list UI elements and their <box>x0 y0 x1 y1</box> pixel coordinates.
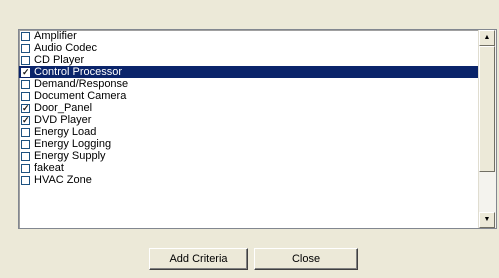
list-item-label: Energy Supply <box>34 150 106 162</box>
list-item-label: Amplifier <box>34 30 77 42</box>
list-item[interactable]: Amplifier <box>19 30 478 42</box>
list-item[interactable]: HVAC Zone <box>19 174 478 186</box>
list-item[interactable]: Document Camera <box>19 90 478 102</box>
scrollbar-thumb[interactable] <box>479 46 495 172</box>
checkbox-checked[interactable]: ✓ <box>21 102 30 113</box>
list-item-label: Door_Panel <box>34 102 93 114</box>
scroll-down-arrow-icon[interactable]: ▼ <box>479 212 495 228</box>
list-item-label: CD Player <box>34 54 85 66</box>
check-icon: ✓ <box>22 114 30 125</box>
checkbox-unchecked[interactable] <box>21 55 30 65</box>
checkbox-checked[interactable]: ✓ <box>21 114 30 125</box>
list-item-label: Audio Codec <box>34 42 97 54</box>
criteria-list-items: Amplifier Audio Codec CD Player ✓ Control Pr… <box>19 30 478 228</box>
list-item[interactable]: ✓ DVD Player <box>19 114 478 126</box>
checkbox-unchecked[interactable] <box>21 163 30 173</box>
add-criteria-button[interactable]: Add Criteria <box>149 248 248 270</box>
criteria-listbox[interactable]: Amplifier Audio Codec CD Player ✓ Control Pr… <box>18 29 497 229</box>
checkbox-unchecked[interactable] <box>21 91 30 101</box>
check-icon: ✓ <box>22 102 30 113</box>
check-icon: ✓ <box>22 66 30 77</box>
list-item[interactable]: Audio Codec <box>19 42 478 54</box>
list-item-label: Control Processor <box>34 66 123 78</box>
list-item-label: Document Camera <box>34 90 127 102</box>
list-item-label: HVAC Zone <box>34 174 92 186</box>
checkbox-unchecked[interactable] <box>21 127 30 137</box>
checkbox-unchecked[interactable] <box>21 139 30 149</box>
list-item-label: Energy Load <box>34 126 97 138</box>
list-item[interactable]: fakeat <box>19 162 478 174</box>
list-item-label: DVD Player <box>34 114 92 126</box>
list-item[interactable]: ✓ Control Processor <box>19 66 478 78</box>
checkbox-checked[interactable]: ✓ <box>21 66 30 77</box>
checkbox-unchecked[interactable] <box>21 79 30 89</box>
list-item-label: fakeat <box>34 162 64 174</box>
checkbox-unchecked[interactable] <box>21 31 30 41</box>
checkbox-unchecked[interactable] <box>21 175 30 185</box>
list-item[interactable]: Demand/Response <box>19 78 478 90</box>
list-item[interactable]: Energy Supply <box>19 150 478 162</box>
list-item-label: Demand/Response <box>34 78 129 90</box>
scroll-up-arrow-icon[interactable]: ▲ <box>479 30 495 46</box>
list-item[interactable]: ✓ Door_Panel <box>19 102 478 114</box>
list-item[interactable]: Energy Logging <box>19 138 478 150</box>
list-item[interactable]: CD Player <box>19 54 478 66</box>
checkbox-unchecked[interactable] <box>21 151 30 161</box>
checkbox-unchecked[interactable] <box>21 43 30 53</box>
close-button[interactable]: Close <box>254 248 358 270</box>
vertical-scrollbar[interactable]: ▲ ▼ <box>478 30 496 228</box>
list-item[interactable]: Energy Load <box>19 126 478 138</box>
list-item-label: Energy Logging <box>34 138 112 150</box>
